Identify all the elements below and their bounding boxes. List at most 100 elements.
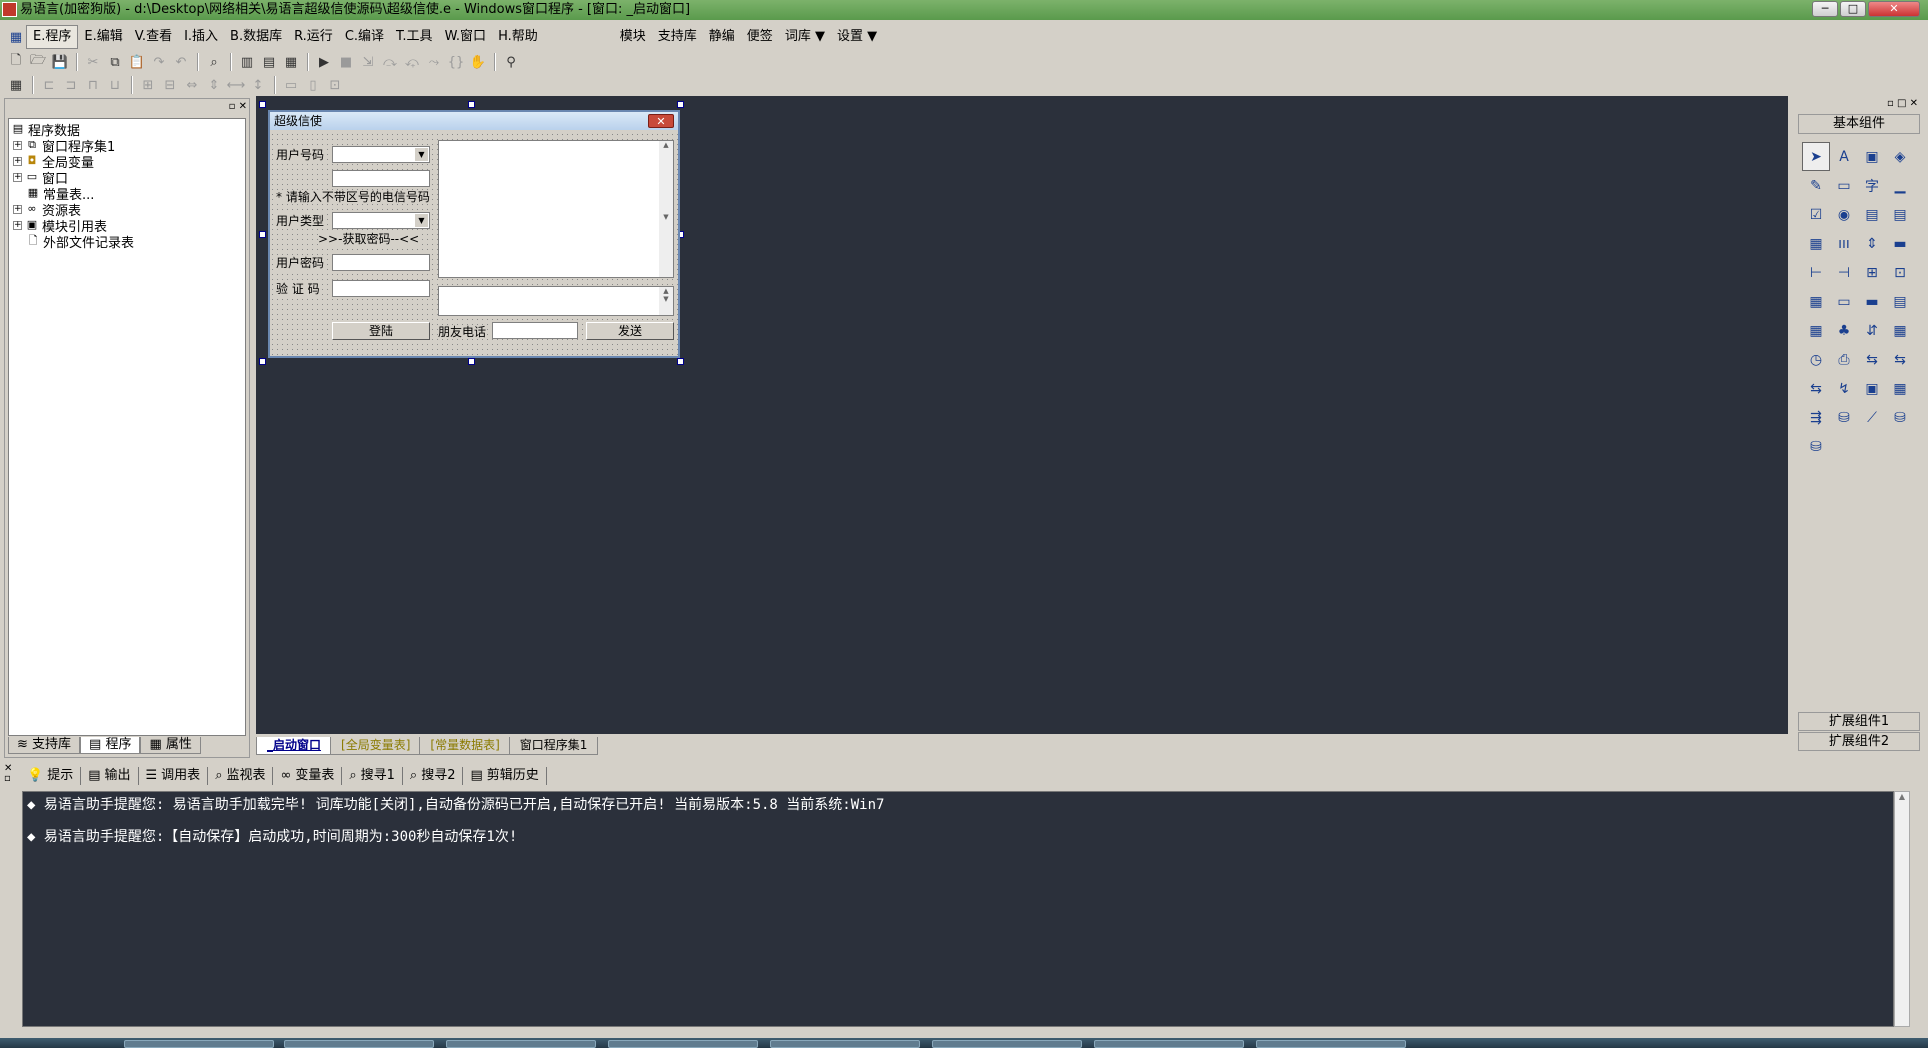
taskbar-item[interactable] xyxy=(446,1040,596,1048)
breakpoint-icon[interactable]: {} xyxy=(446,52,466,72)
resize-handle[interactable] xyxy=(259,231,266,238)
panel-pin-close[interactable]: ▫ ✕ xyxy=(229,101,247,112)
scrollbar[interactable]: ▲ ▼ xyxy=(659,141,673,277)
component-icon[interactable]: ▬ xyxy=(1858,287,1886,316)
output-console[interactable]: ◆ 易语言助手提醒您: 易语言助手加载完毕! 词库功能[关闭],自动备份源码已开… xyxy=(22,791,1894,1027)
step-out-icon[interactable]: ⤽ xyxy=(402,52,422,72)
layout-1-icon[interactable]: ▥ xyxy=(237,52,257,72)
expand-icon[interactable]: + xyxy=(13,172,22,182)
component-icon[interactable]: ▭ xyxy=(1830,287,1858,316)
taskbar-item[interactable] xyxy=(284,1040,434,1048)
component-icon[interactable]: ▤ xyxy=(1886,200,1914,229)
component-icon[interactable]: A xyxy=(1830,142,1858,171)
tab-start-window[interactable]: _启动窗口 xyxy=(256,737,333,755)
user-id-combobox[interactable]: ▼ xyxy=(332,146,430,163)
redo-icon[interactable]: ↷ xyxy=(149,52,169,72)
get-password-link[interactable]: >>-获取密码--<< xyxy=(318,232,420,246)
extension-components-1[interactable]: 扩展组件1 xyxy=(1798,712,1920,731)
resize-handle[interactable] xyxy=(259,101,266,108)
taskbar-item[interactable] xyxy=(1256,1040,1406,1048)
component-icon[interactable]: ⊢ xyxy=(1802,258,1830,287)
component-icon[interactable]: ⇆ xyxy=(1886,345,1914,374)
tree-node-external-files[interactable]: 🗋 外部文件记录表 xyxy=(26,233,134,251)
cut-icon[interactable]: ✂ xyxy=(83,52,103,72)
component-icon[interactable]: ♣ xyxy=(1830,316,1858,345)
tab-support-lib[interactable]: ≋ 支持库 xyxy=(8,736,81,754)
login-button[interactable]: 登陆 xyxy=(332,322,430,340)
user-id-input[interactable] xyxy=(332,170,430,187)
step-into-icon[interactable]: ⇲ xyxy=(358,52,378,72)
menu-support-lib[interactable]: 支持库 xyxy=(652,26,703,48)
resize-handle[interactable] xyxy=(259,358,266,365)
size-h-icon[interactable]: ▭ xyxy=(281,75,301,95)
tab-hints[interactable]: 💡 提示 xyxy=(20,767,82,785)
component-icon[interactable]: ▦ xyxy=(1802,287,1830,316)
output-scrollbar[interactable]: ▲ xyxy=(1894,791,1910,1027)
menu-notes[interactable]: 便签 xyxy=(741,26,779,48)
component-icon[interactable]: 字 xyxy=(1858,171,1886,200)
resize-handle[interactable] xyxy=(677,101,684,108)
component-icon[interactable]: ⇶ xyxy=(1802,403,1830,432)
tab-properties[interactable]: ▦ 属性 xyxy=(140,736,201,754)
user-type-combobox[interactable]: ▼ xyxy=(332,212,430,229)
password-input[interactable] xyxy=(332,254,430,271)
tab-variables[interactable]: ∞ 变量表 xyxy=(273,767,343,785)
output-pin-close[interactable]: ✕ ▫ xyxy=(4,764,12,784)
space-h-icon[interactable]: ⟷ xyxy=(226,75,246,95)
component-icon[interactable]: ⟋ xyxy=(1858,403,1886,432)
menu-static-compile[interactable]: 静编 xyxy=(703,26,741,48)
component-icon[interactable]: ▦ xyxy=(1802,229,1830,258)
run-icon[interactable]: ▶ xyxy=(314,52,334,72)
component-icon[interactable]: ⇵ xyxy=(1858,316,1886,345)
save-icon[interactable]: 💾 xyxy=(50,52,70,72)
resize-handle[interactable] xyxy=(677,358,684,365)
scrollbar[interactable]: ▲ ▼ xyxy=(659,287,673,315)
center-v-icon[interactable]: ⊟ xyxy=(160,75,180,95)
form-designer-canvas[interactable]: 超级信使 ✕ 用户号码 ▼ * 请输入不带区号的电信号码 用户类型 ▼ >>-获… xyxy=(256,96,1788,734)
component-icon[interactable]: ⊞ xyxy=(1858,258,1886,287)
tab-clip-history[interactable]: ▤ 剪辑历史 xyxy=(463,767,547,785)
tab-assembly[interactable]: 窗口程序集1 xyxy=(508,737,599,755)
component-icon[interactable]: ✎ xyxy=(1802,171,1830,200)
menu-program[interactable]: E.程序 xyxy=(26,25,79,49)
tab-global-vars[interactable]: [全局变量表] xyxy=(330,737,422,755)
size-v-icon[interactable]: ▯ xyxy=(303,75,323,95)
component-icon[interactable]: ▦ xyxy=(1802,316,1830,345)
copy-icon[interactable]: ⧉ xyxy=(105,52,125,72)
component-icon[interactable]: ▣ xyxy=(1858,142,1886,171)
menu-window[interactable]: W.窗口 xyxy=(439,26,493,48)
form-close-icon[interactable]: ✕ xyxy=(648,114,674,128)
component-icon[interactable]: ⊡ xyxy=(1886,258,1914,287)
grid-icon[interactable]: ▦ xyxy=(6,75,26,95)
menu-run[interactable]: R.运行 xyxy=(288,26,339,48)
taskbar-item[interactable] xyxy=(608,1040,758,1048)
binoculars-icon[interactable]: ⚲ xyxy=(501,52,521,72)
size-both-icon[interactable]: ⊡ xyxy=(325,75,345,95)
component-icon[interactable]: ▦ xyxy=(1886,316,1914,345)
same-height-icon[interactable]: ⇕ xyxy=(204,75,224,95)
tab-output[interactable]: ▤ 输出 xyxy=(81,767,139,785)
component-icon[interactable]: ııı xyxy=(1830,229,1858,258)
component-icon[interactable]: ⛁ xyxy=(1802,432,1830,461)
component-icon[interactable]: ◷ xyxy=(1802,345,1830,374)
expand-icon[interactable]: + xyxy=(13,140,22,150)
component-icon[interactable]: ▭ xyxy=(1830,171,1858,200)
menu-module[interactable]: 模块 xyxy=(614,26,652,48)
align-right-icon[interactable]: ⊐ xyxy=(61,75,81,95)
taskbar-item[interactable] xyxy=(1094,1040,1244,1048)
component-icon[interactable]: ➤ xyxy=(1802,142,1830,171)
component-icon[interactable]: ⎙ xyxy=(1830,345,1858,374)
expand-icon[interactable]: + xyxy=(13,156,22,166)
designed-form[interactable]: 超级信使 ✕ 用户号码 ▼ * 请输入不带区号的电信号码 用户类型 ▼ >>-获… xyxy=(268,110,680,358)
open-folder-icon[interactable]: 🗁 xyxy=(28,52,48,72)
component-icon[interactable]: ↯ xyxy=(1830,374,1858,403)
friend-phone-input[interactable] xyxy=(492,322,578,339)
component-icon[interactable]: ⇆ xyxy=(1802,374,1830,403)
scroll-up-icon[interactable]: ▲ xyxy=(1895,792,1909,801)
find-icon[interactable]: ⌕ xyxy=(204,52,224,72)
new-file-icon[interactable]: 🗋 xyxy=(6,52,26,72)
tab-constants[interactable]: [常量数据表] xyxy=(419,737,511,755)
resize-handle[interactable] xyxy=(468,358,475,365)
captcha-input[interactable] xyxy=(332,280,430,297)
align-bottom-icon[interactable]: ⊔ xyxy=(105,75,125,95)
